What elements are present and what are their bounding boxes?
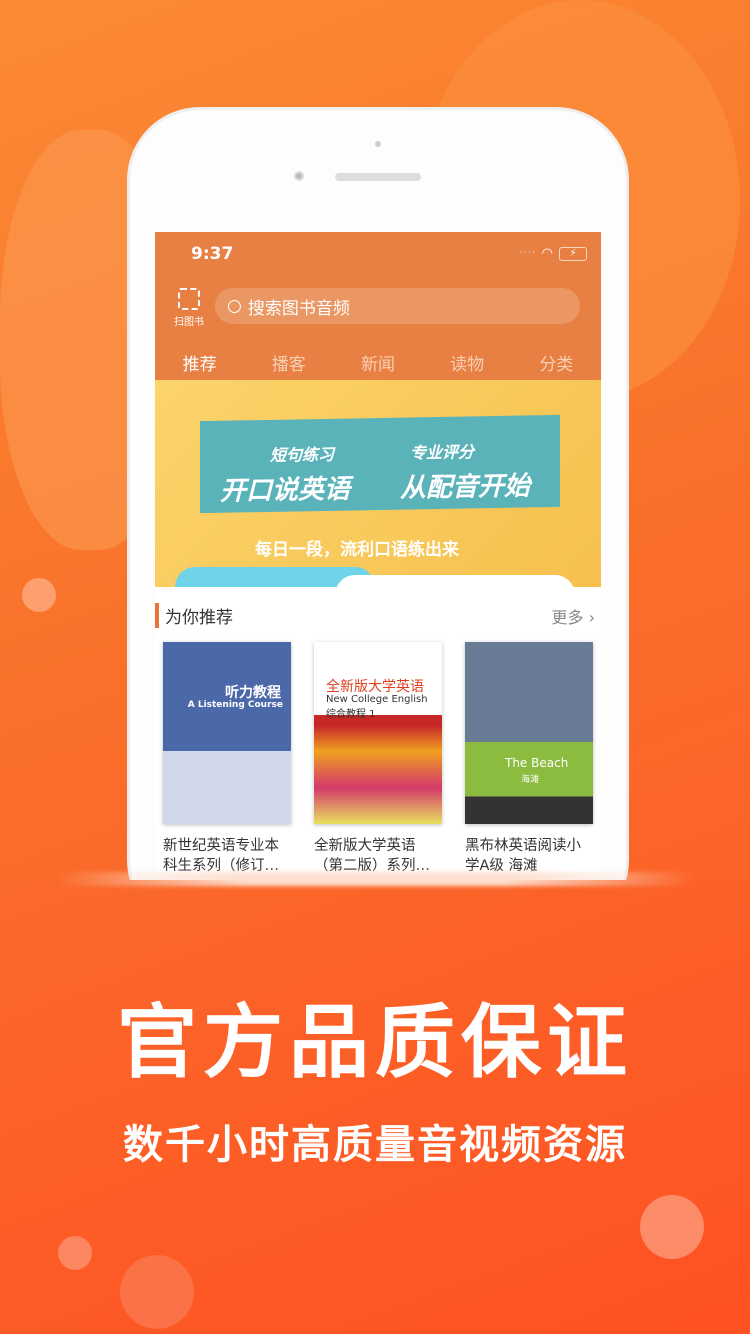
- section-title: 为你推荐: [155, 603, 233, 628]
- decor-circle: [120, 1255, 194, 1329]
- banner-text: 开口说英语: [220, 474, 351, 507]
- speaker-grille: [335, 173, 421, 181]
- cloud-decor: [335, 575, 575, 587]
- book-item[interactable]: 听力教程 A Listening Course 新世纪英语专业本科生系列（修订…: [163, 642, 291, 876]
- book-list: 听力教程 A Listening Course 新世纪英语专业本科生系列（修订……: [155, 632, 601, 876]
- decor-circle: [22, 578, 56, 612]
- book-item[interactable]: The Beach 海滩 黑布林英语阅读小学A级 海滩: [465, 642, 593, 876]
- front-camera: [294, 171, 304, 181]
- book-title: 新世纪英语专业本科生系列（修订…: [163, 838, 279, 874]
- promo-bottom-panel: [0, 880, 750, 1334]
- tab-podcast[interactable]: 播客: [272, 350, 306, 381]
- app-screen: 9:37 ···· ◠ ⚡ 扫图书 ○ 搜索图书音频 推荐 播客 新闻 读物 分…: [155, 232, 601, 882]
- tab-category[interactable]: 分类: [539, 350, 573, 381]
- banner-text: 短句练习: [270, 444, 335, 465]
- tab-news[interactable]: 新闻: [361, 350, 395, 381]
- tab-bar: 推荐 播客 新闻 读物 分类: [155, 350, 601, 383]
- more-label: 更多: [551, 607, 584, 627]
- book-cover: 听力教程 A Listening Course: [163, 642, 291, 824]
- divider-glow: [55, 872, 695, 886]
- book-item[interactable]: 全新版大学英语 New College English 综合教程 1 全新版大学…: [314, 642, 442, 876]
- status-icons: ···· ◠ ⚡: [519, 246, 587, 261]
- cover-subtitle: A Listening Course: [187, 700, 283, 710]
- battery-icon: ⚡: [559, 246, 587, 261]
- cover-subtitle: 海滩: [521, 775, 540, 785]
- search-input[interactable]: ○ 搜索图书音频: [215, 288, 580, 324]
- scan-book-button[interactable]: 扫图书: [173, 288, 205, 328]
- cover-subtitle: New College English 综合教程 1: [326, 694, 428, 720]
- wifi-icon: ◠: [541, 246, 553, 261]
- book-title: 全新版大学英语（第二版）系列…: [314, 838, 430, 874]
- book-cover: The Beach 海滩: [465, 642, 593, 824]
- decor-circle: [640, 1195, 704, 1259]
- signal-icon: ····: [519, 246, 536, 261]
- book-title: 黑布林英语阅读小学A级 海滩: [465, 838, 581, 874]
- search-placeholder: 搜索图书音频: [247, 298, 350, 319]
- sensor-dot: [375, 141, 381, 147]
- more-link[interactable]: 更多 ›: [552, 604, 596, 628]
- banner-slogan: 每日一段，流利口语练出来: [255, 540, 459, 560]
- tab-reading[interactable]: 读物: [450, 350, 484, 381]
- cover-title: The Beach: [505, 756, 569, 770]
- decor-circle: [58, 1236, 92, 1270]
- banner-board: 短句练习 专业评分 开口说英语 从配音开始: [200, 414, 560, 514]
- scan-icon: [178, 288, 200, 310]
- promo-banner[interactable]: 短句练习 专业评分 开口说英语 从配音开始 每日一段，流利口语练出来: [155, 380, 601, 587]
- book-cover: 全新版大学英语 New College English 综合教程 1: [314, 642, 442, 824]
- app-header: 9:37 ···· ◠ ⚡ 扫图书 ○ 搜索图书音频 推荐 播客 新闻 读物 分…: [155, 232, 601, 383]
- promo-headline: 官方品质保证: [117, 996, 633, 1089]
- banner-text: 专业评分: [410, 442, 475, 463]
- chevron-right-icon: ›: [583, 607, 595, 627]
- promo-subline: 数千小时高质量音视频资源: [123, 1122, 627, 1168]
- search-icon: ○: [227, 296, 242, 316]
- recommend-header: 为你推荐 更多 ›: [155, 587, 601, 632]
- scan-label: 扫图书: [174, 317, 204, 328]
- tab-recommend[interactable]: 推荐: [182, 350, 217, 383]
- cover-title: 听力教程: [225, 685, 281, 701]
- status-time: 9:37: [191, 244, 234, 264]
- banner-text: 从配音开始: [400, 471, 531, 504]
- cover-title: 全新版大学英语: [326, 679, 424, 695]
